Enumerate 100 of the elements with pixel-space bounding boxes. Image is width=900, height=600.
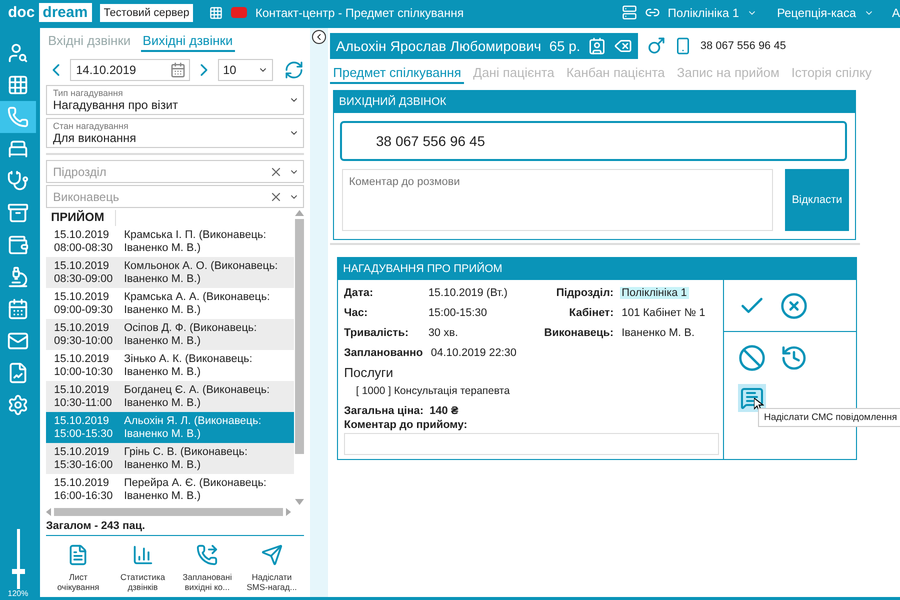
archive-icon (7, 202, 29, 224)
action-button[interactable]: Статистика дзвінків (112, 544, 174, 592)
patient-name: Альохін Ярослав Любомирович (336, 38, 542, 54)
appointment-row[interactable]: 15.10.2019 15:00-15:30 Альохін Я. Л. (Виконавець: Іваненко М. В.) (46, 412, 294, 443)
mail-icon (7, 330, 29, 352)
appointment-row[interactable]: 15.10.2019 10:30-11:00 Богданец Є. А. (Виконавець: Іваненко М. В.) (46, 381, 294, 412)
scroll-down-icon[interactable] (294, 499, 304, 505)
stethoscope-icon (7, 170, 29, 192)
calendar-icon[interactable] (170, 62, 186, 78)
row-time: 09:30-10:00 (54, 334, 113, 348)
tooltip: Надіслати СМС повідомлення (758, 408, 900, 427)
reschedule-icon[interactable] (780, 344, 808, 372)
cancel-icon[interactable] (738, 344, 766, 372)
field-value: 15.10.2019 (Вт.) (427, 287, 509, 299)
card-title: НАГАДУВАННЯ ПРО ПРИЙОМ (338, 258, 856, 280)
field-value: Для виконання (53, 131, 138, 145)
row-patient: Богданец Є. А. (Виконавець: Іваненко М. В.) (124, 384, 271, 410)
field-value: Нагадування про візит (53, 98, 180, 112)
field-value: 30 хв. (427, 327, 460, 339)
window-title: Контакт-центр - Предмет спілкування (255, 6, 464, 20)
field-value: 15:00-15:30 (427, 307, 488, 319)
row-date: 15.10.2019 (54, 290, 110, 304)
appointment-row[interactable]: 15.10.2019 09:30-10:00 Осіпов Д. Ф. (Виконавець: Іваненко М. В.) (46, 319, 294, 350)
scrollbar-thumb[interactable] (54, 508, 283, 516)
phone-number-field[interactable]: 38 067 556 96 45 (340, 121, 847, 161)
clear-icon[interactable] (614, 37, 632, 55)
close-icon[interactable] (780, 292, 808, 320)
tab[interactable]: Вихідні дзвінки (140, 32, 235, 52)
field-value: Поліклініка 1 (620, 287, 689, 299)
row-date: 15.10.2019 (54, 476, 110, 490)
action-button[interactable]: Заплановані вихідні ко... (176, 544, 238, 592)
dropdown-field[interactable]: Стан нагадування Для виконання (46, 118, 304, 148)
sidebar-item[interactable] (0, 101, 36, 133)
field-label: Кабінет: (569, 307, 614, 319)
row-time: 15:00-15:30 (54, 428, 113, 440)
row-time: 15:30-16:00 (54, 458, 113, 472)
action-button[interactable]: Лист очікування (47, 544, 110, 592)
server-icon[interactable] (622, 5, 637, 20)
field-label: Час: (344, 307, 368, 319)
comment-field[interactable] (344, 433, 719, 455)
dropdown-field[interactable]: Тип нагадування Нагадування про візит (46, 85, 304, 115)
price-value: 140 ₴ (430, 405, 458, 417)
row-patient: Альохін Я. Л. (Виконавець: Іваненко М. В.) (124, 414, 262, 440)
scroll-up-icon[interactable] (294, 210, 304, 216)
field-label: Тип нагадування (53, 88, 124, 98)
row-time: 08:00-08:30 (54, 242, 113, 254)
field-value: 04.10.2019 22:30 (430, 347, 518, 359)
postpone-button[interactable]: Відкласти (785, 169, 849, 231)
count-dropdown[interactable]: 10 (218, 59, 273, 81)
scroll-left-icon[interactable] (46, 508, 51, 516)
refresh-icon[interactable] (284, 60, 304, 80)
field-label: Дата: (344, 287, 374, 299)
phone-icon (196, 544, 218, 566)
field-value: 101 Кабінет № 1 (620, 307, 706, 319)
bar-chart-icon (132, 544, 154, 566)
service-item: [ 1000 ] Консультація терапевта (356, 385, 511, 397)
row-time: 16:00-16:30 (54, 490, 113, 502)
action-button[interactable]: Надіслати SMS-нагад... (240, 544, 303, 592)
comment-field[interactable]: Коментар до розмови (342, 169, 773, 231)
row-date: 15.10.2019 (54, 446, 110, 458)
placeholder-text: Підрозділ (53, 164, 108, 178)
row-patient: Комльонок А. О. (Виконавець: Іваненко М. В.) (124, 260, 279, 286)
row-time: 10:30-11:00 (54, 396, 112, 410)
zoom-reading: 120% (8, 589, 28, 598)
send-icon (260, 544, 283, 566)
collapse-button[interactable] (312, 30, 326, 44)
row-patient: Грінь С. В. (Виконавець: Іваненко М. В.) (124, 446, 249, 472)
row-date: 15.10.2019 (54, 352, 110, 366)
card-title: ВИХІДНИЙ ДЗВІНОК (334, 91, 855, 113)
scrollbar-thumb[interactable] (294, 219, 304, 454)
send-sms-button[interactable] (738, 384, 766, 412)
user-search-icon (7, 42, 29, 64)
message-icon (740, 386, 764, 410)
field-label: Коментар до прийому: (344, 419, 468, 431)
scroll-right-icon[interactable] (286, 508, 291, 516)
field-label: Тривалість: (344, 327, 408, 339)
clinic-dropdown[interactable]: Поліклініка 1 (668, 6, 740, 20)
phone-icon (7, 106, 29, 128)
tab[interactable]: Предмет спілкування (330, 63, 464, 84)
bed-icon (7, 138, 29, 160)
field-label: Запланованно (344, 347, 423, 359)
row-patient: Зінько А. К. (Виконавець: Іваненко М. В.) (124, 352, 254, 378)
placeholder-text: Виконавець (53, 190, 120, 204)
apps-icon[interactable] (209, 6, 224, 20)
section-title: Послуги (344, 365, 394, 380)
row-time: 09:00-09:30 (54, 304, 113, 316)
row-date: 15.10.2019 (54, 384, 110, 396)
row-patient: Осіпов Д. Ф. (Виконавець: Іваненко М. В.) (124, 322, 258, 348)
slider-thumb[interactable] (12, 568, 24, 574)
appointment-row[interactable]: 15.10.2019 15:30-16:00 Грінь С. В. (Виконавець: Іваненко М. В.) (46, 443, 294, 474)
row-time: 08:30-09:00 (54, 272, 113, 286)
appointment-row[interactable]: 15.10.2019 08:30-09:00 Комльонок А. О. (Виконавець: Іваненко М. В.) (46, 257, 294, 288)
date-field[interactable]: 14.10.2019 (70, 59, 190, 81)
desk-dropdown[interactable]: Рецепція-каса (777, 6, 856, 20)
male-icon (646, 36, 666, 56)
user-menu[interactable]: А (892, 6, 900, 20)
report-icon (7, 362, 29, 384)
microscope-icon (7, 266, 29, 288)
patient-age: 65 р. (549, 38, 580, 54)
contact-card-icon[interactable] (588, 37, 606, 55)
